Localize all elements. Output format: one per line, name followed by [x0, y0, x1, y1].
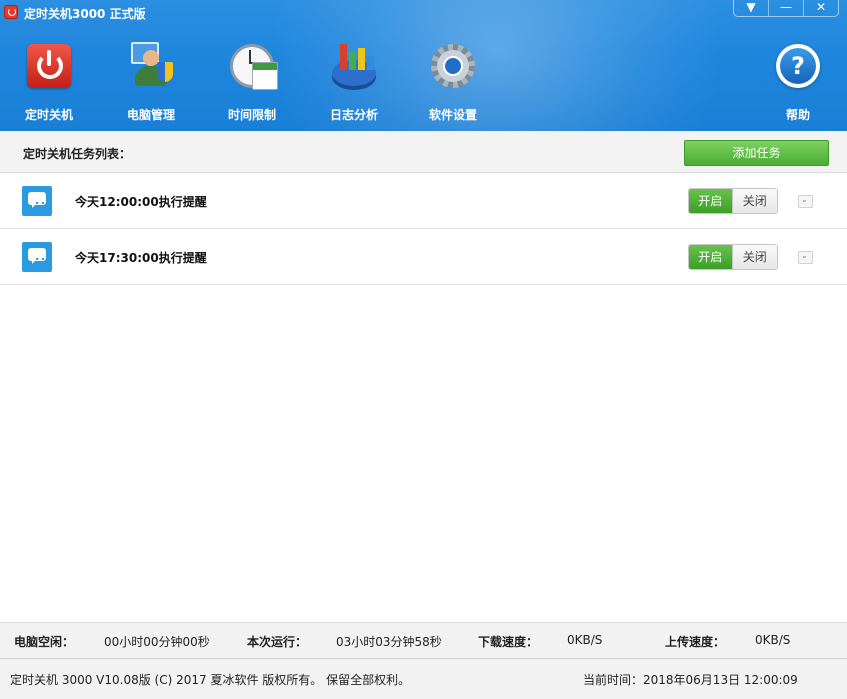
user-shield-icon — [125, 40, 177, 92]
toolbar-label: 软件设置 — [428, 108, 477, 122]
close-button[interactable]: ✕ — [803, 0, 838, 16]
toolbar-label: 电脑管理 — [126, 108, 175, 122]
header: 定时关机3000 正式版 ▼ — ✕ 定时关机 电脑管理 时间限制 日志分析 软… — [0, 0, 847, 131]
toggle-off-button[interactable]: 关闭 — [731, 189, 777, 213]
main-toolbar: 定时关机 电脑管理 时间限制 日志分析 软件设置 ? 帮助 — [0, 40, 847, 125]
task-row: 今天17:30:00执行提醒 开启 关闭 — [0, 229, 847, 285]
footer: 定时关机 3000 V10.08版 (C) 2017 夏冰软件 版权所有。 保留… — [0, 658, 847, 699]
toolbar-item-computer-manage[interactable]: 电脑管理 — [108, 40, 194, 123]
chart-icon — [328, 40, 380, 92]
window-controls: ▼ — ✕ — [733, 0, 839, 17]
task-list-title: 定时关机任务列表： — [23, 147, 132, 161]
clock-calendar-icon — [226, 40, 278, 92]
power-icon — [23, 40, 75, 92]
toolbar-label: 定时关机 — [24, 108, 73, 122]
upload-label: 上传速度： — [665, 635, 726, 649]
task-list-header: 定时关机任务列表： 添加任务 — [0, 131, 847, 173]
idle-label: 电脑空闲： — [14, 635, 75, 649]
title-bar[interactable]: 定时关机3000 正式版 ▼ — ✕ — [0, 0, 847, 26]
toolbar-item-help[interactable]: ? 帮助 — [755, 40, 841, 123]
task-toggle: 开启 关闭 — [688, 188, 778, 214]
idle-value: 00小时00分钟00秒 — [104, 635, 210, 649]
message-icon — [22, 242, 52, 272]
download-value: 0KB/S — [567, 633, 603, 647]
current-time: 当前时间：2018年06月13日 12:00:09 — [583, 673, 798, 687]
toolbar-item-shutdown[interactable]: 定时关机 — [6, 40, 92, 123]
toggle-on-button[interactable]: 开启 — [689, 189, 732, 213]
toggle-off-button[interactable]: 关闭 — [731, 245, 777, 269]
toggle-on-button[interactable]: 开启 — [689, 245, 732, 269]
task-description: 今天12:00:00执行提醒 — [75, 195, 207, 209]
minimize-button[interactable]: — — [768, 0, 803, 16]
run-value: 03小时03分钟58秒 — [336, 635, 442, 649]
toolbar-label: 日志分析 — [329, 108, 378, 122]
edit-task-icon[interactable] — [798, 195, 813, 208]
toolbar-item-time-limit[interactable]: 时间限制 — [209, 40, 295, 123]
run-label: 本次运行： — [247, 635, 308, 649]
task-row: 今天12:00:00执行提醒 开启 关闭 — [0, 173, 847, 229]
toolbar-label: 帮助 — [785, 108, 810, 122]
menu-dropdown-button[interactable]: ▼ — [734, 0, 768, 16]
help-icon: ? — [772, 40, 824, 92]
task-toggle: 开启 关闭 — [688, 244, 778, 270]
download-label: 下载速度： — [478, 635, 539, 649]
toolbar-item-log-analysis[interactable]: 日志分析 — [311, 40, 397, 123]
gear-icon — [427, 40, 479, 92]
toolbar-item-settings[interactable]: 软件设置 — [410, 40, 496, 123]
upload-value: 0KB/S — [755, 633, 791, 647]
add-task-button[interactable]: 添加任务 — [684, 140, 829, 166]
task-description: 今天17:30:00执行提醒 — [75, 251, 207, 265]
app-power-icon — [4, 5, 18, 19]
window-title: 定时关机3000 正式版 — [24, 7, 146, 21]
stats-bar: 电脑空闲： 00小时00分钟00秒 本次运行： 03小时03分钟58秒 下载速度… — [0, 622, 847, 658]
toolbar-label: 时间限制 — [227, 108, 276, 122]
copyright-text: 定时关机 3000 V10.08版 (C) 2017 夏冰软件 版权所有。 保留… — [10, 673, 411, 687]
edit-task-icon[interactable] — [798, 251, 813, 264]
message-icon — [22, 186, 52, 216]
